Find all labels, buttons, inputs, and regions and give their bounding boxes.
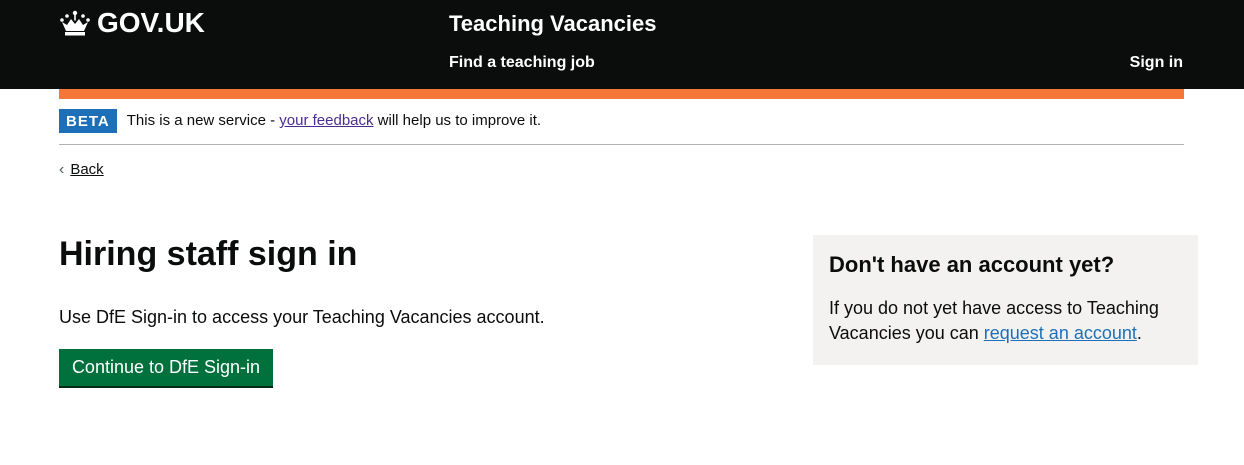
intro-text: Use DfE Sign-in to access your Teaching … [59, 307, 545, 327]
aside-text-after: . [1136, 323, 1142, 343]
aside-heading: Don't have an account yet? [829, 252, 1115, 277]
govuk-logo-link[interactable]: GOV.UK [59, 7, 205, 39]
account-aside: Don't have an account yet? If you do not… [813, 235, 1198, 365]
nav-sign-in[interactable]: Sign in [1130, 53, 1183, 73]
logo-text: GOV.UK [97, 7, 205, 38]
beta-tag: BETA [59, 109, 117, 133]
back-link[interactable]: ‹ Back [59, 160, 104, 180]
accent-bar [59, 89, 1184, 99]
chevron-left-icon: ‹ [59, 161, 65, 178]
request-account-link[interactable]: request an account [984, 323, 1137, 343]
phase-banner: BETA This is a new service - your feedba… [59, 109, 1184, 145]
service-name-link[interactable]: Teaching Vacancies [449, 10, 656, 38]
feedback-link[interactable]: your feedback [279, 112, 373, 129]
phase-banner-text-before: This is a new service - [126, 112, 280, 129]
page-title: Hiring staff sign in [59, 235, 358, 273]
phase-banner-text-after: will help us to improve it. [373, 112, 542, 129]
back-link-label: Back [70, 161, 104, 178]
site-header: GOV.UK Teaching Vacancies Find a teachin… [0, 0, 1244, 89]
continue-to-dfe-sign-in-button[interactable]: Continue to DfE Sign-in [59, 349, 273, 386]
crown-icon [59, 10, 91, 37]
aside-text: If you do not yet have access to Teachin… [829, 296, 1182, 346]
phase-banner-text: This is a new service - your feedback wi… [127, 109, 541, 133]
nav-find-teaching-job[interactable]: Find a teaching job [449, 53, 595, 73]
